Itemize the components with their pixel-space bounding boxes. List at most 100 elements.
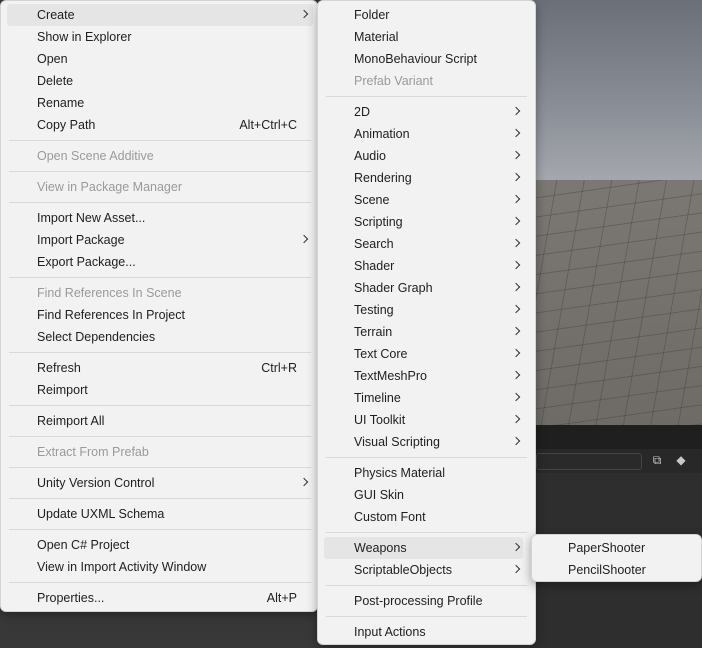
menu-item-refresh[interactable]: Refresh Ctrl+R — [7, 357, 313, 379]
menu-item-timeline[interactable]: Timeline — [324, 387, 523, 409]
chevron-right-icon — [511, 194, 521, 204]
menu-item-pencilshooter[interactable]: PencilShooter — [538, 559, 697, 581]
menu-separator — [9, 202, 311, 203]
menu-item-copy-path[interactable]: Copy Path Alt+Ctrl+C — [7, 114, 313, 136]
menu-item-scripting[interactable]: Scripting — [324, 211, 523, 233]
menu-item-shader[interactable]: Shader — [324, 255, 523, 277]
menu-item-visual-scripting[interactable]: Visual Scripting — [324, 431, 523, 453]
menu-item-label: PencilShooter — [568, 563, 646, 577]
menu-item-prefab-variant: Prefab Variant — [324, 70, 523, 92]
chevron-right-icon — [511, 370, 521, 380]
menu-separator — [9, 498, 311, 499]
menu-item-select-dependencies[interactable]: Select Dependencies — [7, 326, 313, 348]
menu-separator — [326, 585, 527, 586]
menu-separator — [326, 96, 527, 97]
menu-item-label: Rendering — [354, 171, 412, 185]
menu-item-folder[interactable]: Folder — [324, 4, 523, 26]
menu-item-label: Folder — [354, 8, 390, 22]
menu-separator — [9, 352, 311, 353]
menu-item-open-scene-additive: Open Scene Additive — [7, 145, 313, 167]
menu-item-properties[interactable]: Properties... Alt+P — [7, 587, 313, 609]
menu-item-label: Import New Asset... — [37, 211, 146, 225]
chevron-right-icon — [511, 106, 521, 116]
chevron-right-icon — [511, 150, 521, 160]
weapons-submenu: PaperShooter PencilShooter — [531, 534, 702, 582]
menu-item-find-references-in-project[interactable]: Find References In Project — [7, 304, 313, 326]
menu-item-export-package[interactable]: Export Package... — [7, 251, 313, 273]
menu-item-update-uxml-schema[interactable]: Update UXML Schema — [7, 503, 313, 525]
menu-item-delete[interactable]: Delete — [7, 70, 313, 92]
menu-item-create[interactable]: Create — [7, 4, 313, 26]
filter-icon[interactable]: ⧉ — [650, 453, 664, 467]
menu-item-label: Custom Font — [354, 510, 426, 524]
menu-item-label: Show in Explorer — [37, 30, 132, 44]
menu-item-textmeshpro[interactable]: TextMeshPro — [324, 365, 523, 387]
menu-item-reimport-all[interactable]: Reimport All — [7, 410, 313, 432]
chevron-right-icon — [511, 542, 521, 552]
menu-item-label: GUI Skin — [354, 488, 405, 502]
menu-item-label: 2D — [354, 105, 370, 119]
chevron-right-icon — [511, 326, 521, 336]
menu-item-import-package[interactable]: Import Package — [7, 229, 313, 251]
menu-item-label: Reimport All — [37, 414, 105, 428]
menu-item-papershooter[interactable]: PaperShooter — [538, 537, 697, 559]
menu-item-text-core[interactable]: Text Core — [324, 343, 523, 365]
menu-item-label: Audio — [354, 149, 386, 163]
menu-item-open[interactable]: Open — [7, 48, 313, 70]
menu-item-audio[interactable]: Audio — [324, 145, 523, 167]
menu-item-extract-from-prefab: Extract From Prefab — [7, 441, 313, 463]
menu-item-show-in-explorer[interactable]: Show in Explorer — [7, 26, 313, 48]
menu-separator — [9, 171, 311, 172]
menu-separator — [9, 467, 311, 468]
menu-item-testing[interactable]: Testing — [324, 299, 523, 321]
menu-item-rename[interactable]: Rename — [7, 92, 313, 114]
menu-item-label: Open Scene Additive — [37, 149, 154, 163]
menu-item-label: Prefab Variant — [354, 74, 433, 88]
menu-item-label: TextMeshPro — [354, 369, 427, 383]
menu-item-reimport[interactable]: Reimport — [7, 379, 313, 401]
menu-item-view-in-import-activity-window[interactable]: View in Import Activity Window — [7, 556, 313, 578]
scene-view-ground-grid — [530, 180, 702, 425]
menu-item-terrain[interactable]: Terrain — [324, 321, 523, 343]
menu-item-weapons[interactable]: Weapons — [324, 537, 523, 559]
menu-item-material[interactable]: Material — [324, 26, 523, 48]
menu-item-label: Terrain — [354, 325, 393, 339]
menu-item-label: Refresh — [37, 361, 81, 375]
menu-item-unity-version-control[interactable]: Unity Version Control — [7, 472, 313, 494]
menu-item-scene[interactable]: Scene — [324, 189, 523, 211]
menu-separator — [326, 532, 527, 533]
menu-item-animation[interactable]: Animation — [324, 123, 523, 145]
menu-item-monobehaviour-script[interactable]: MonoBehaviour Script — [324, 48, 523, 70]
menu-item-import-new-asset[interactable]: Import New Asset... — [7, 207, 313, 229]
menu-separator — [326, 457, 527, 458]
menu-item-label: Visual Scripting — [354, 435, 440, 449]
menu-item-label: View in Import Activity Window — [37, 560, 207, 574]
chevron-right-icon — [511, 304, 521, 314]
menu-item-custom-font[interactable]: Custom Font — [324, 506, 523, 528]
menu-item-rendering[interactable]: Rendering — [324, 167, 523, 189]
shapes-icon[interactable]: ◆ — [674, 453, 688, 467]
menu-item-label: Select Dependencies — [37, 330, 156, 344]
menu-item-label: Input Actions — [354, 625, 426, 639]
menu-item-label: Weapons — [354, 541, 407, 555]
menu-item-search[interactable]: Search — [324, 233, 523, 255]
menu-item-shader-graph[interactable]: Shader Graph — [324, 277, 523, 299]
menu-item-label: Unity Version Control — [37, 476, 155, 490]
menu-item-post-processing-profile[interactable]: Post-processing Profile — [324, 590, 523, 612]
chevron-right-icon — [511, 172, 521, 182]
scene-toolbar — [530, 425, 702, 449]
menu-separator — [9, 405, 311, 406]
menu-item-scriptableobjects[interactable]: ScriptableObjects — [324, 559, 523, 581]
menu-item-gui-skin[interactable]: GUI Skin — [324, 484, 523, 506]
chevron-right-icon — [511, 260, 521, 270]
menu-item-input-actions[interactable]: Input Actions — [324, 621, 523, 643]
menu-item-label: Scene — [354, 193, 390, 207]
search-field[interactable] — [536, 453, 642, 470]
menu-item-physics-material[interactable]: Physics Material — [324, 462, 523, 484]
menu-item-ui-toolkit[interactable]: UI Toolkit — [324, 409, 523, 431]
menu-item-label: Physics Material — [354, 466, 445, 480]
menu-item-2d[interactable]: 2D — [324, 101, 523, 123]
menu-item-open-c-project[interactable]: Open C# Project — [7, 534, 313, 556]
menu-item-label: Rename — [37, 96, 85, 110]
context-menu: Create Show in Explorer Open Delete Rename Co… — [0, 0, 318, 612]
